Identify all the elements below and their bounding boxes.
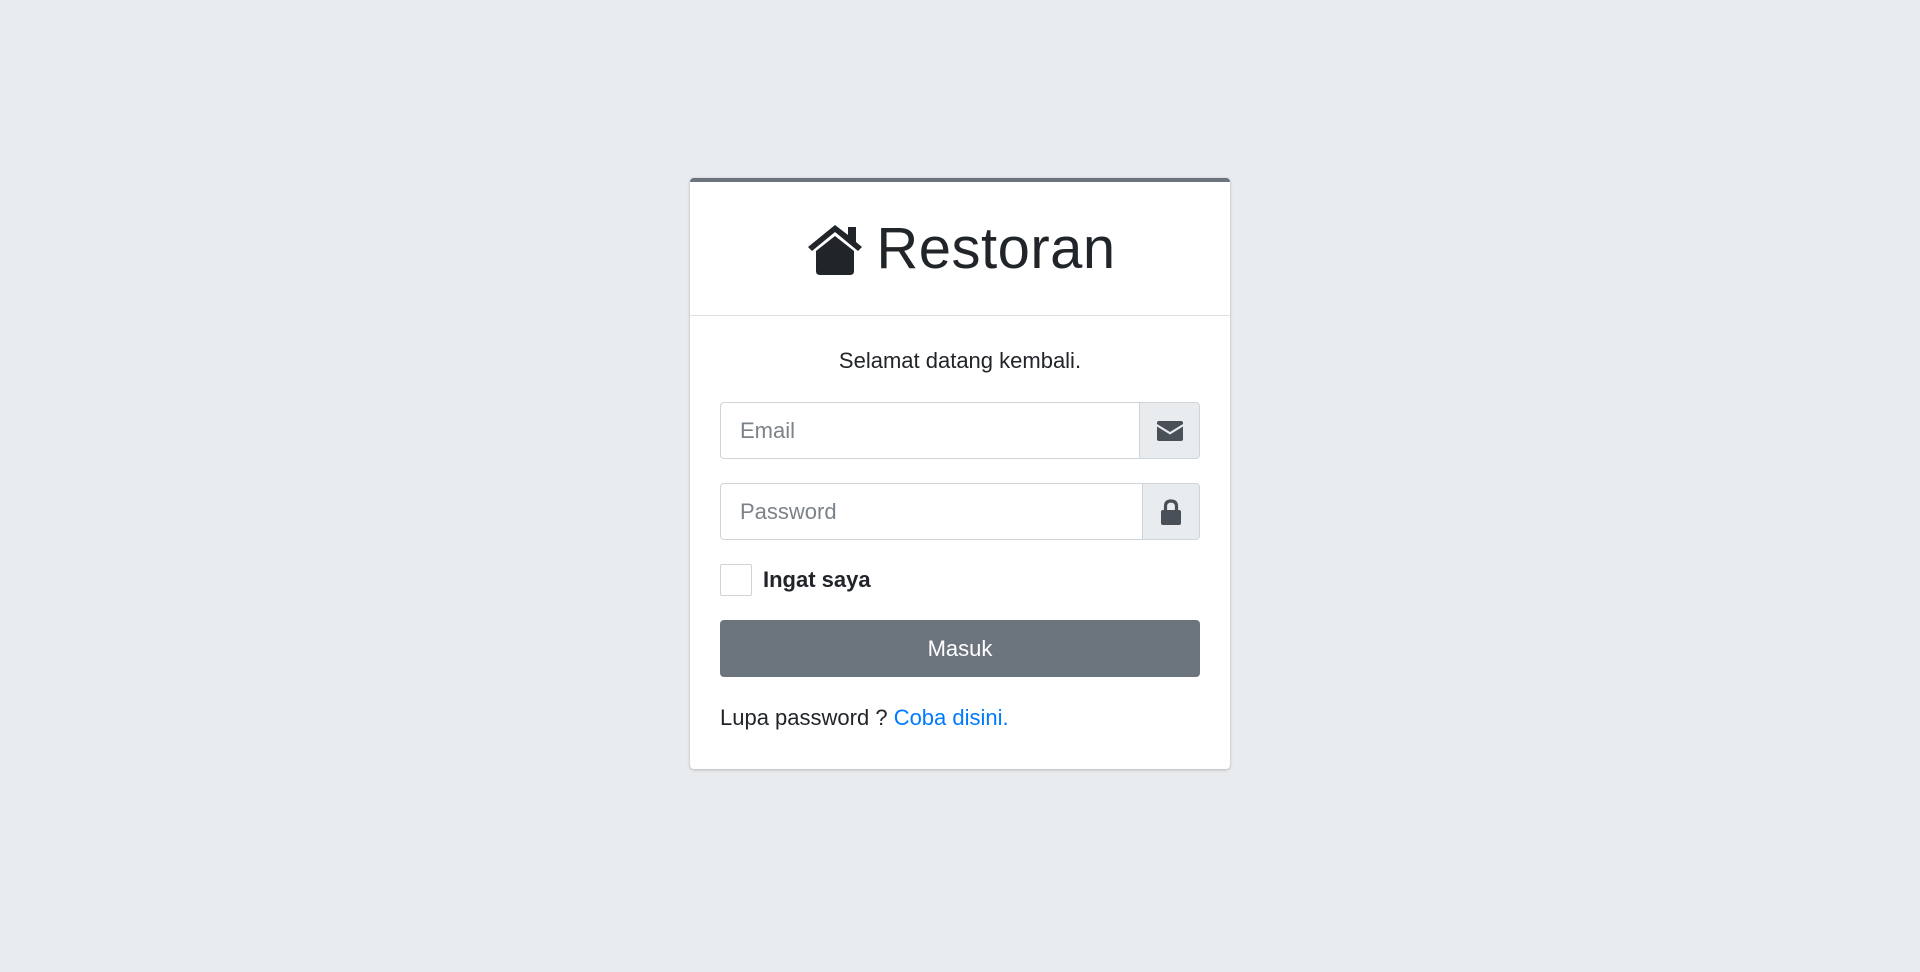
brand-link[interactable]: Restoran bbox=[804, 215, 1115, 282]
card-header: Restoran bbox=[690, 182, 1230, 316]
welcome-message: Selamat datang kembali. bbox=[838, 348, 1082, 373]
email-input[interactable] bbox=[720, 402, 1139, 459]
password-group bbox=[720, 483, 1200, 540]
card-body: Selamat datang kembali. Ingat saya bbox=[690, 316, 1230, 769]
password-addon bbox=[1142, 483, 1200, 540]
forgot-password: Lupa password ? Coba disini. bbox=[720, 705, 1200, 731]
remember-checkbox[interactable] bbox=[720, 564, 752, 596]
login-button[interactable]: Masuk bbox=[720, 620, 1200, 677]
home-icon bbox=[808, 224, 863, 275]
forgot-text: Lupa password ? bbox=[720, 705, 888, 730]
remember-me: Ingat saya bbox=[720, 564, 1200, 596]
brand-title: Restoran bbox=[876, 216, 1116, 281]
email-addon bbox=[1139, 402, 1200, 459]
forgot-password-link[interactable]: Coba disini. bbox=[894, 705, 1009, 730]
login-card: Restoran Selamat datang kembali. Email I… bbox=[690, 178, 1230, 769]
password-input[interactable] bbox=[720, 483, 1142, 540]
remember-label[interactable]: Ingat saya bbox=[763, 567, 871, 593]
lock-icon bbox=[1161, 498, 1181, 525]
envelope-icon bbox=[1156, 420, 1183, 441]
email-group bbox=[720, 402, 1200, 459]
